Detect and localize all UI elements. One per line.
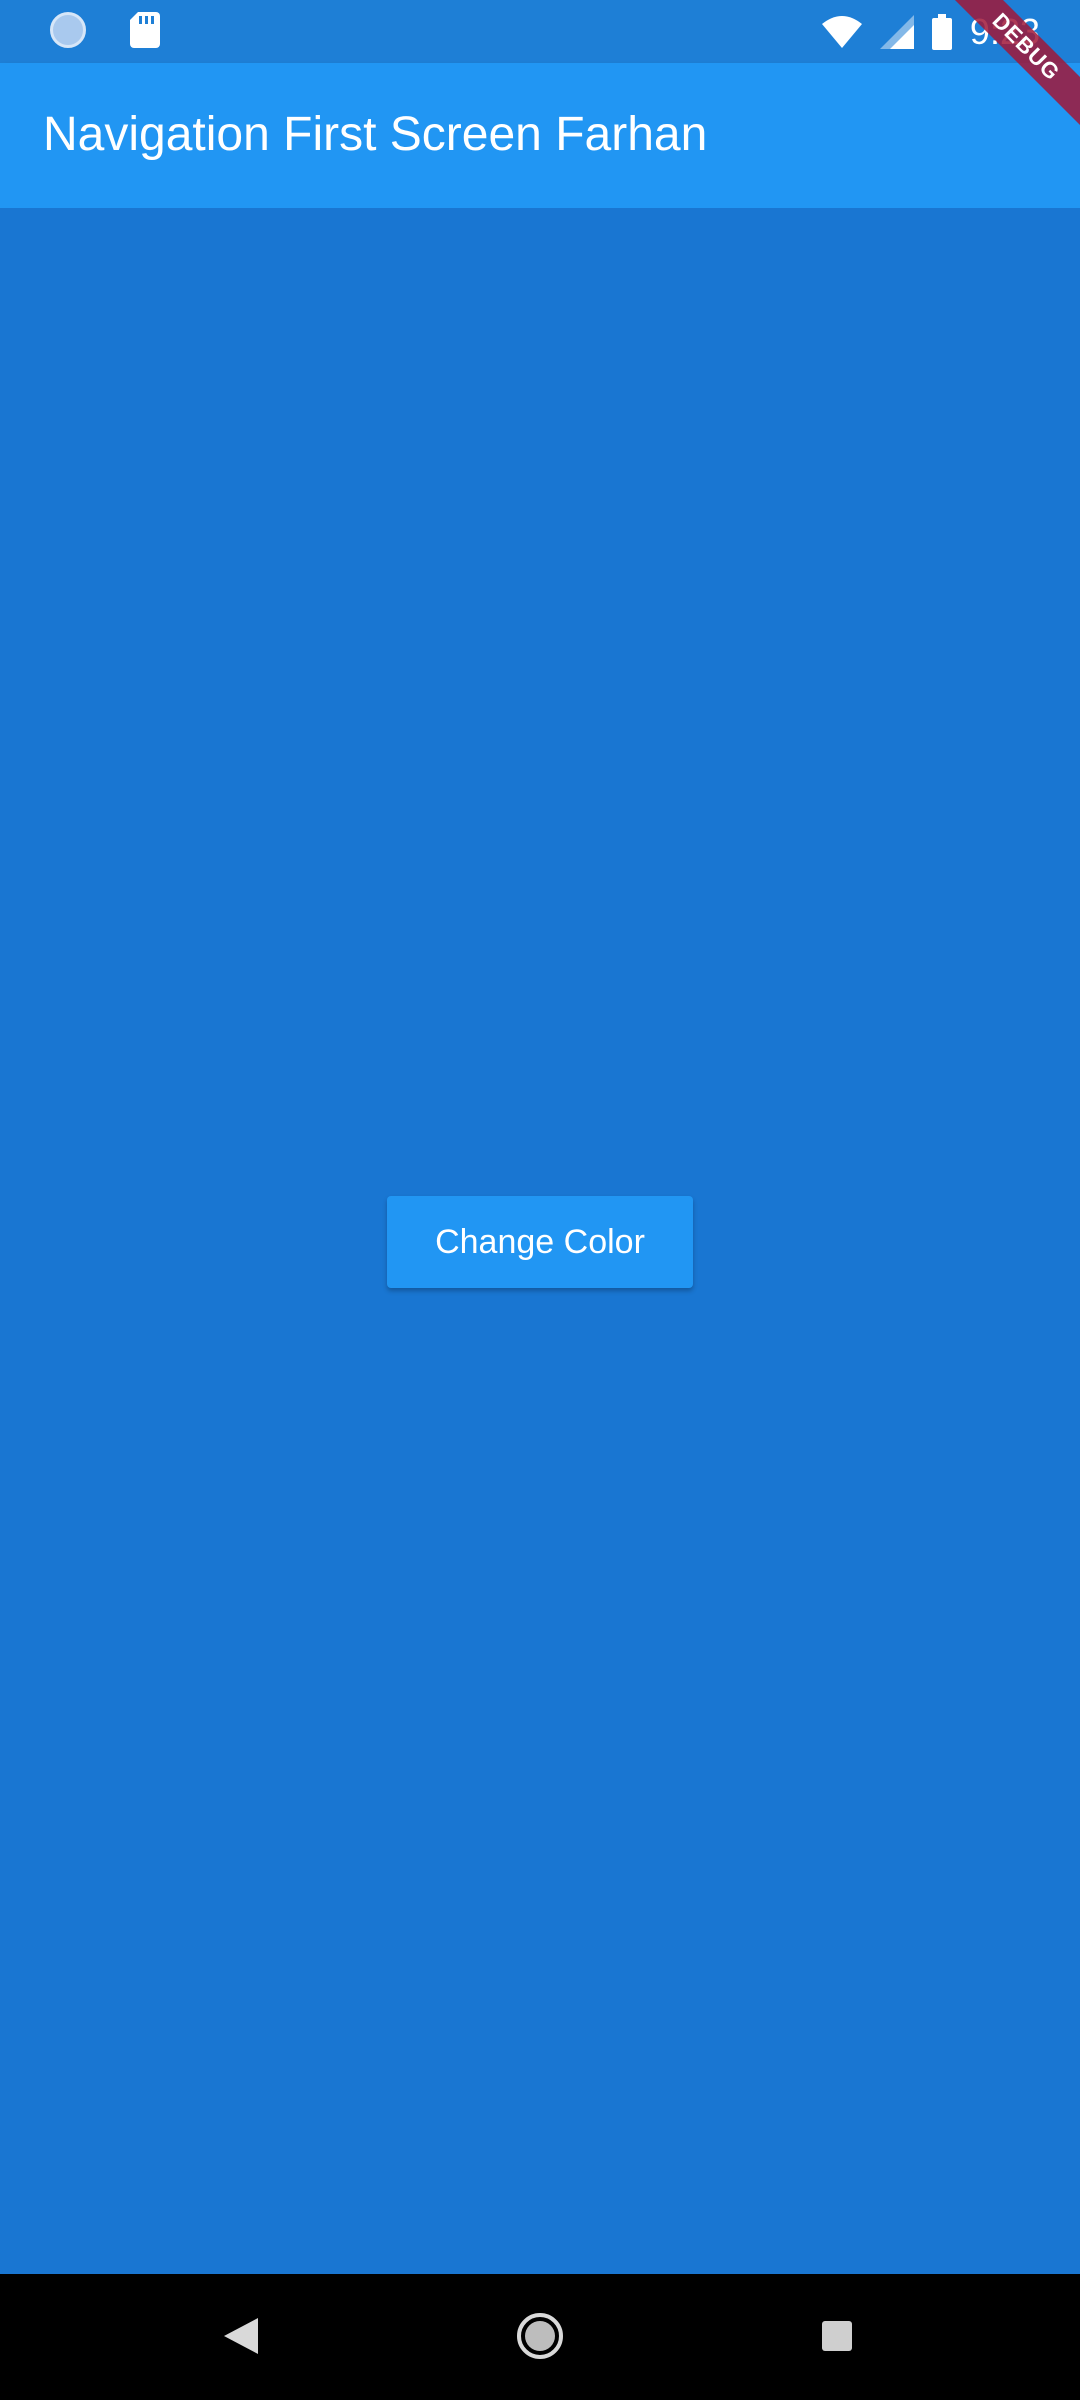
home-icon[interactable] (517, 2313, 563, 2359)
status-right-group: 9:23 (821, 11, 1040, 52)
sd-card-icon (130, 12, 160, 48)
signal-icon (879, 15, 914, 49)
home-icon-inner (525, 2321, 555, 2351)
change-color-button[interactable]: Change Color (387, 1196, 693, 1288)
status-bar: 9:23 (0, 0, 1080, 63)
system-navigation-bar (0, 2274, 1080, 2400)
notification-dot-icon (50, 12, 86, 48)
status-left-group (50, 12, 160, 48)
page-title: Navigation First Screen Farhan (43, 108, 708, 161)
wifi-icon (821, 16, 862, 48)
app-screen: 9:23 Navigation First Screen Farhan DEBU… (0, 0, 1080, 2400)
recents-icon[interactable] (822, 2321, 852, 2351)
main-content: Change Color (0, 208, 1080, 2274)
status-clock: 9:23 (969, 11, 1040, 52)
back-icon[interactable] (224, 2318, 258, 2359)
app-bar: Navigation First Screen Farhan (0, 63, 1080, 208)
battery-icon (931, 14, 952, 50)
